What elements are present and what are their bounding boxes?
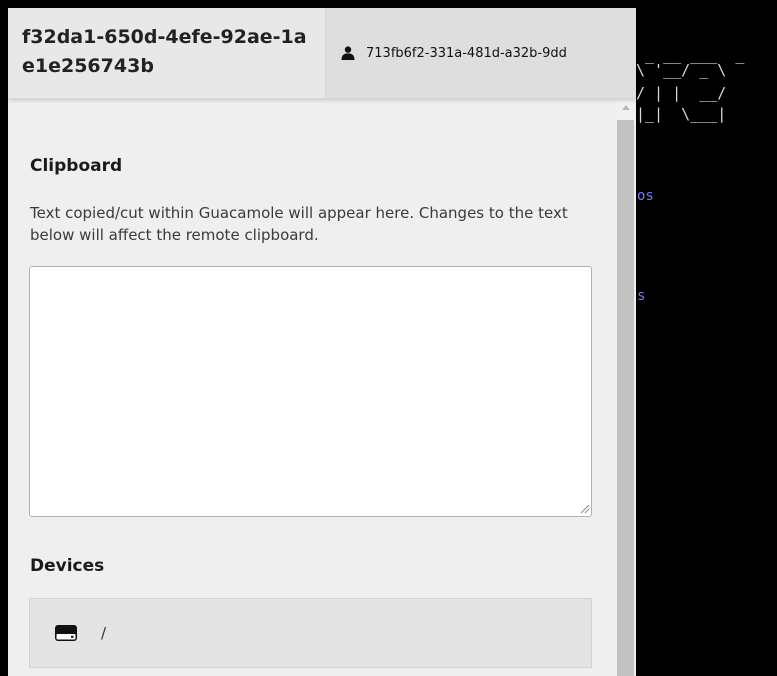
clipboard-title: Clipboard (30, 156, 123, 176)
terminal-text-line: s (637, 288, 646, 304)
terminal-text-line: os (637, 188, 654, 204)
user-menu-button[interactable]: 713fb6f2-331a-481d-a32b-9dd (326, 8, 636, 98)
menu-scrollbar[interactable] (616, 98, 636, 676)
clipboard-textarea[interactable] (29, 266, 592, 517)
menu-content: Clipboard Text copied/cut within Guacamo… (8, 98, 616, 676)
menu-header: f32da1-650d-4efe-92ae-1ae1e256743b 713fb… (8, 8, 636, 99)
devices-title: Devices (30, 556, 105, 576)
guacamole-menu: f32da1-650d-4efe-92ae-1ae1e256743b 713fb… (8, 8, 636, 676)
connection-name: f32da1-650d-4efe-92ae-1ae1e256743b (8, 8, 326, 98)
ascii-art-line: / | | __/ (636, 84, 727, 102)
scrollbar-thumb[interactable] (617, 120, 634, 676)
screen: _ __ ___ _ \ '__/ _ \ / | | __/ |_| \___… (0, 0, 777, 676)
drive-icon (55, 625, 77, 641)
ascii-art-line: \ '__/ _ \ (636, 61, 727, 79)
username: 713fb6f2-331a-481d-a32b-9dd (366, 45, 567, 61)
device-label: / (101, 624, 107, 642)
scroll-up-icon[interactable] (622, 105, 630, 110)
user-icon (341, 46, 355, 60)
clipboard-description: Text copied/cut within Guacamole will ap… (30, 204, 568, 244)
ascii-art-line: |_| \___| (636, 105, 727, 123)
device-item-root[interactable]: / (29, 598, 592, 668)
